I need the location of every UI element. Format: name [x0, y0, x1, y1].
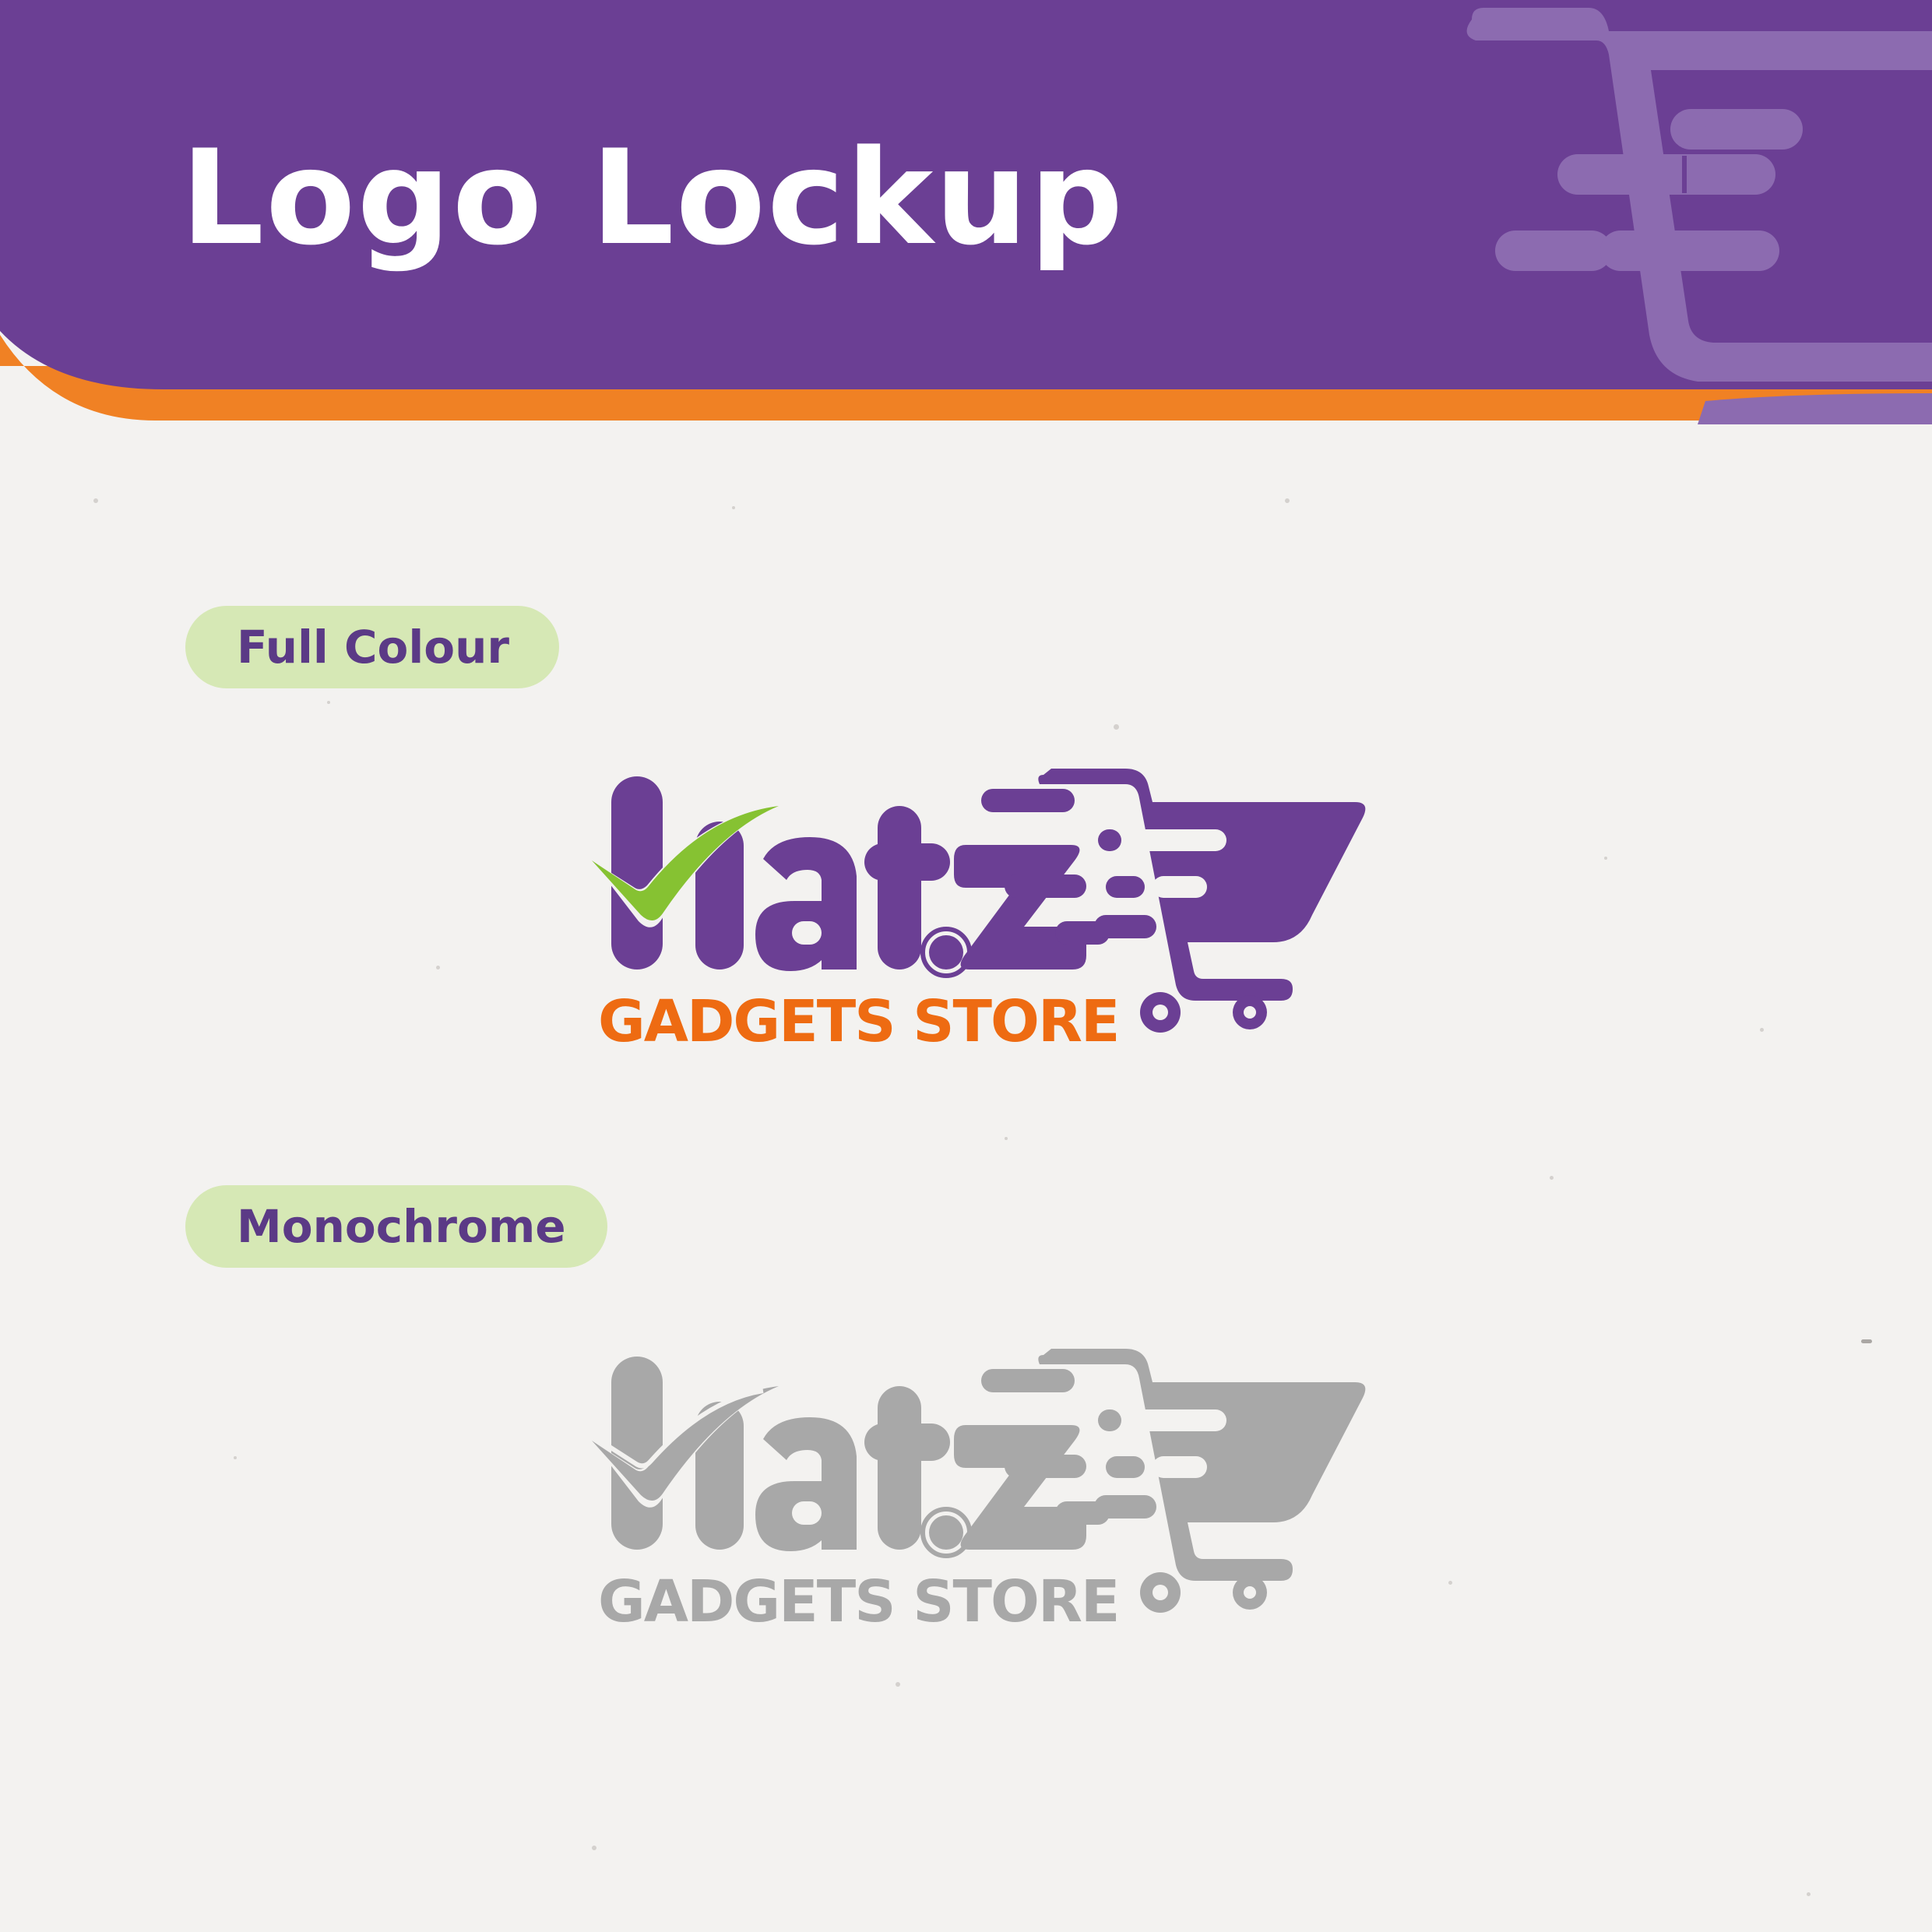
logo-tagline: GADGETS STORE [598, 1568, 1120, 1635]
label-pill-full-colour: Full Colour [185, 606, 559, 688]
logo-lockup-page: Logo Lockup Full Colour GADGETS STORE Mo… [0, 0, 1932, 1932]
logo-full-colour: Hat.z GADGETS STORE [588, 759, 1366, 1055]
page-title: Logo Lockup [181, 121, 1125, 274]
header-banner: Logo Lockup [0, 0, 1932, 424]
logo-monochrome: Hat.z GADGETS STORE [588, 1339, 1366, 1635]
logo-tagline: GADGETS STORE [598, 988, 1120, 1055]
label-pill-monochrome: Monochrome [185, 1185, 607, 1268]
